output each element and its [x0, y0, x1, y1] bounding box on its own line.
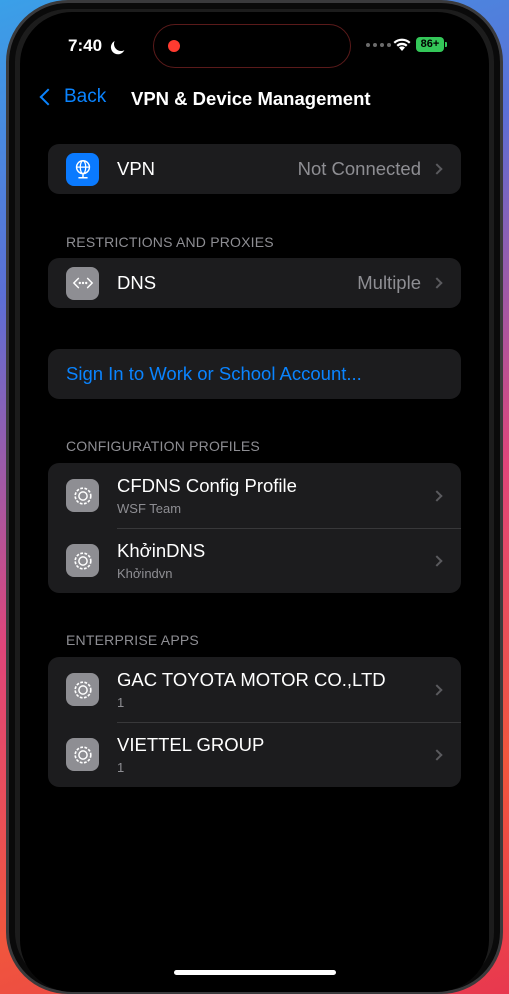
- globe-network-icon: [66, 152, 99, 186]
- profile-title: CFDNS Config Profile: [117, 475, 297, 496]
- profile-row[interactable]: KhởinDNS Khởindvn: [48, 528, 461, 593]
- vpn-label: VPN: [117, 158, 156, 179]
- restrictions-header: RESTRICTIONS AND PROXIES: [66, 234, 274, 250]
- restrictions-group: DNS Multiple: [48, 258, 461, 308]
- back-label: Back: [64, 86, 107, 107]
- chevron-right-icon: [431, 489, 443, 502]
- enterprise-app-count: 1: [117, 695, 125, 710]
- sign-in-label: Sign In to Work or School Account...: [66, 363, 362, 384]
- gear-icon: [66, 479, 99, 512]
- chevron-right-icon: [431, 683, 443, 696]
- vpn-row[interactable]: VPN Not Connected: [48, 144, 461, 194]
- vpn-group: VPN Not Connected: [48, 144, 461, 194]
- back-button[interactable]: Back: [38, 86, 106, 108]
- enterprise-group: GAC TOYOTA MOTOR CO.,LTD 1 VIETTEL GROUP…: [48, 657, 461, 787]
- screen: 7:40 86+ Back VPN & Device Management VP…: [20, 12, 489, 992]
- profile-subtitle: WSF Team: [117, 501, 182, 516]
- enterprise-header: ENTERPRISE APPS: [66, 632, 199, 648]
- enterprise-app-title: VIETTEL GROUP: [117, 734, 265, 755]
- gear-icon: [66, 544, 99, 577]
- nav-bar: Back VPN & Device Management: [20, 82, 489, 118]
- status-bar: 7:40 86+: [20, 12, 489, 72]
- status-time: 7:40: [68, 36, 103, 55]
- page-title: VPN & Device Management: [131, 88, 371, 109]
- enterprise-app-count: 1: [117, 760, 125, 775]
- battery-tip: [445, 42, 447, 47]
- chevron-right-icon: [431, 554, 443, 567]
- gear-icon: [66, 673, 99, 706]
- enterprise-app-row[interactable]: VIETTEL GROUP 1: [48, 722, 461, 787]
- profile-subtitle: Khởindvn: [117, 566, 173, 581]
- wifi-icon: [393, 38, 411, 51]
- account-group: Sign In to Work or School Account...: [48, 349, 461, 399]
- sign-in-work-account-button[interactable]: Sign In to Work or School Account...: [48, 349, 461, 399]
- dns-dots-icon: [66, 266, 99, 300]
- profile-row[interactable]: CFDNS Config Profile WSF Team: [48, 463, 461, 528]
- dns-value: Multiple: [357, 272, 421, 293]
- enterprise-app-row[interactable]: GAC TOYOTA MOTOR CO.,LTD 1: [48, 657, 461, 722]
- recording-dot-icon: [168, 40, 180, 52]
- moon-icon: [112, 35, 130, 53]
- profile-title: KhởinDNS: [117, 540, 206, 561]
- enterprise-app-title: GAC TOYOTA MOTOR CO.,LTD: [117, 669, 386, 690]
- dns-label: DNS: [117, 272, 157, 293]
- dns-row[interactable]: DNS Multiple: [48, 258, 461, 308]
- battery-indicator: 86+: [416, 37, 444, 52]
- home-indicator[interactable]: [174, 970, 336, 975]
- chevron-right-icon: [431, 277, 443, 289]
- chevron-left-icon: [39, 88, 57, 106]
- profiles-group: CFDNS Config Profile WSF Team KhởinDNS K…: [48, 463, 461, 593]
- vpn-status: Not Connected: [297, 158, 421, 179]
- signal-icon: [366, 43, 391, 47]
- gear-icon: [66, 738, 99, 771]
- dynamic-island: [153, 24, 351, 68]
- profiles-header: CONFIGURATION PROFILES: [66, 438, 260, 454]
- chevron-right-icon: [431, 163, 443, 175]
- chevron-right-icon: [431, 748, 443, 761]
